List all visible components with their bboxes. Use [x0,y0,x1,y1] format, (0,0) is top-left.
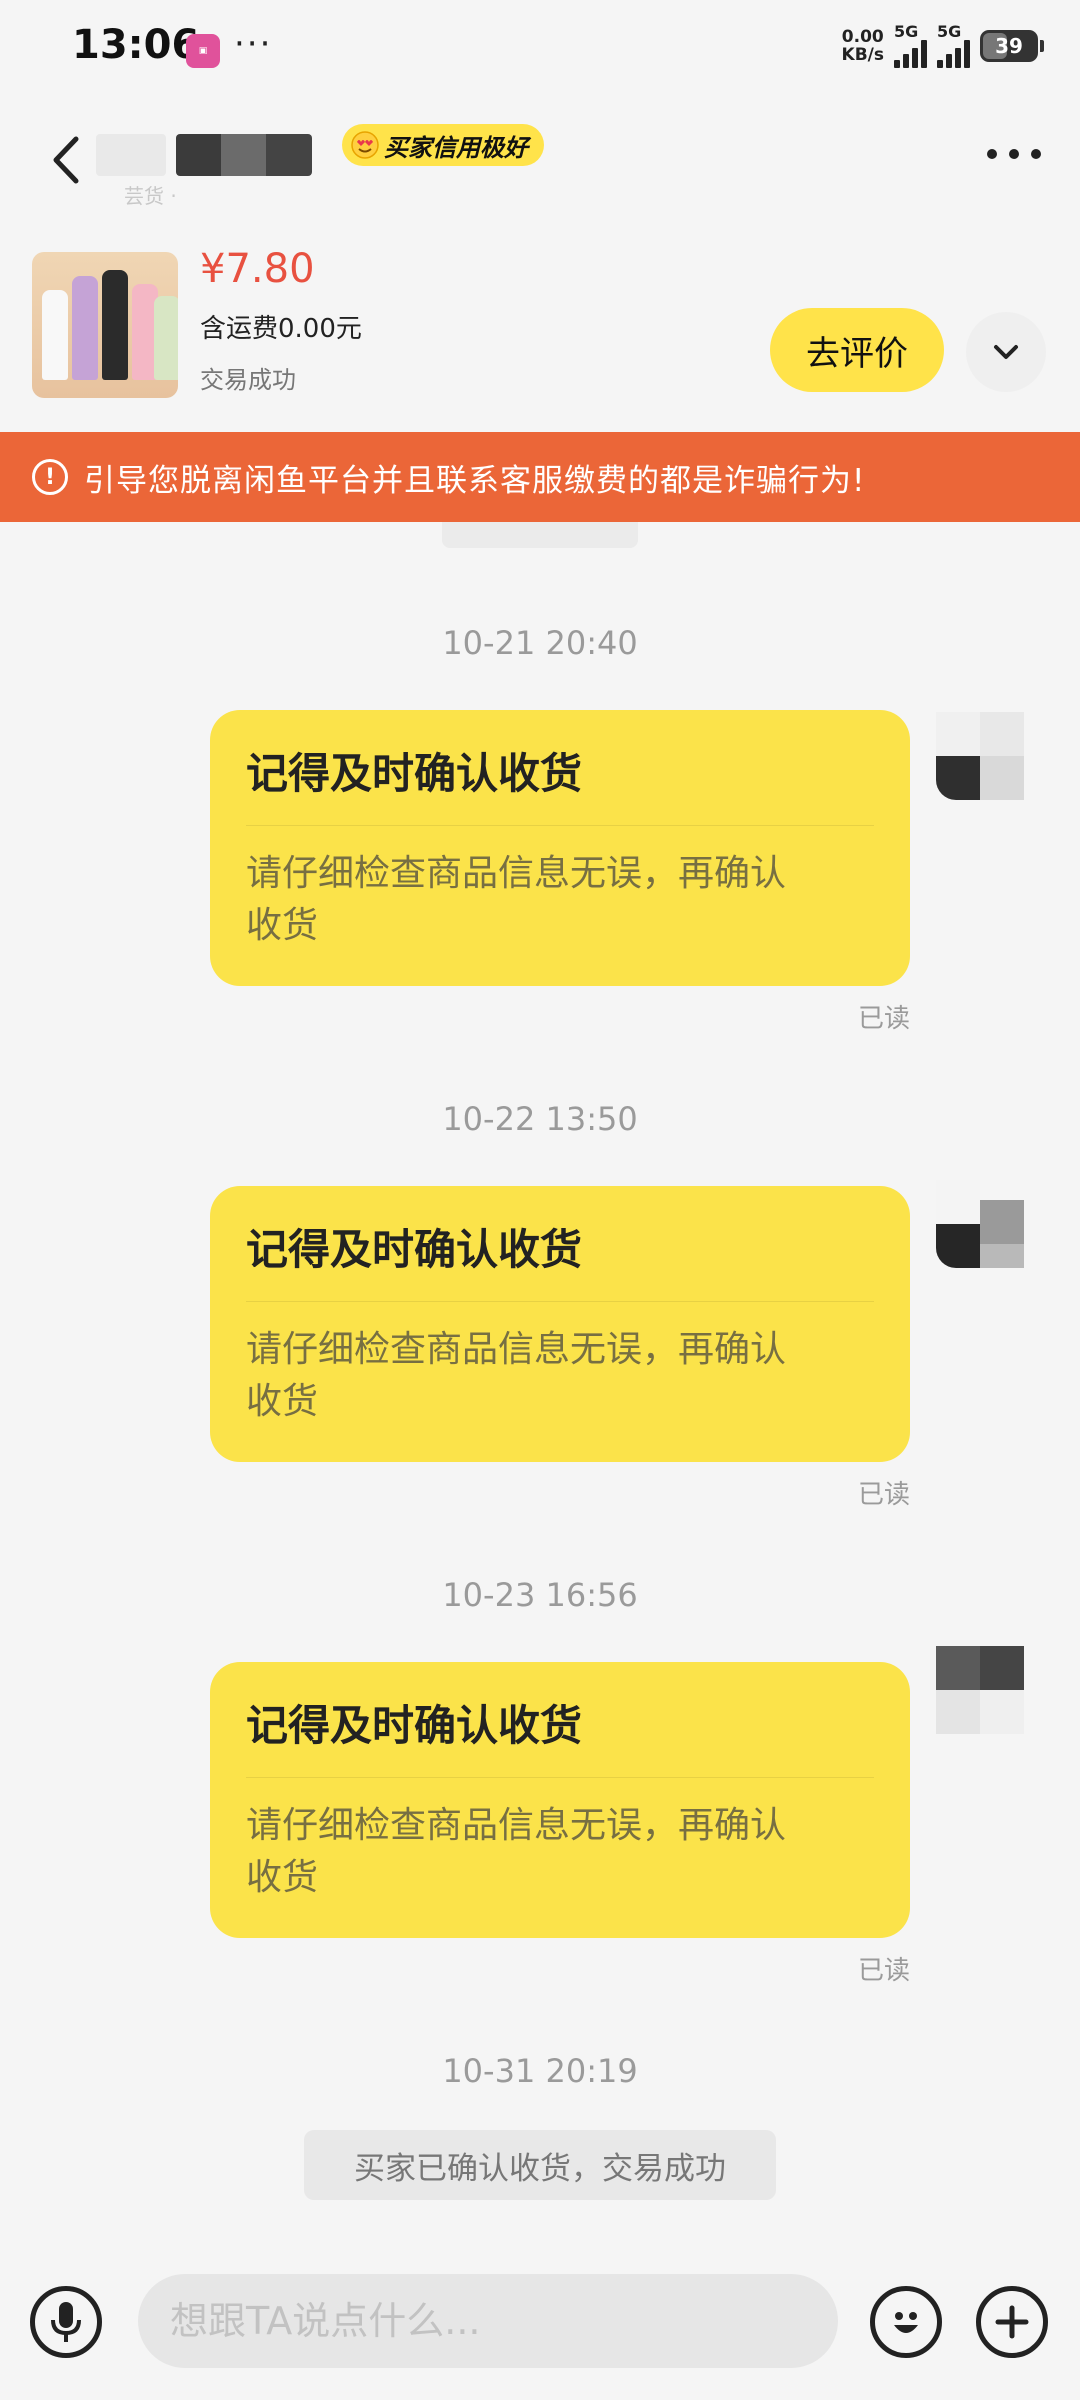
message-title: 记得及时确认收货 [246,1701,583,1750]
message-body: 请仔细检查商品信息无误，再确认 收货 [246,848,874,952]
avatar[interactable] [936,1646,1024,1734]
product-card[interactable]: ¥7.80 含运费0.00元 交易成功 去评价 [0,236,1080,398]
contact-name-blurred [96,134,166,176]
system-message: 买家已确认收货，交易成功 [304,2130,776,2200]
expand-button[interactable] [966,312,1046,392]
message-body-line: 收货 [246,1857,319,1898]
app-notification-icon: ▣ [186,34,220,68]
avatar[interactable] [936,1180,1024,1268]
read-receipt: 已读 [858,1956,911,1986]
signal-1-icon: 5G [894,24,927,68]
back-button[interactable] [40,130,90,190]
message-title: 记得及时确认收货 [246,749,583,798]
shipping-fee: 含运费0.00元 [200,314,362,344]
signal-2-icon: 5G [937,24,970,68]
bubble-divider [246,1301,874,1302]
message-body-line: 请仔细检查商品信息无误，再确认 [246,853,787,894]
warning-text: 引导您脱离闲鱼平台并且联系客服缴费的都是诈骗行为! [84,462,866,499]
more-notifications-icon: ··· [234,24,273,64]
avatar[interactable] [936,712,1024,800]
bubble-divider [246,1777,874,1778]
message-body-line: 请仔细检查商品信息无误，再确认 [246,1805,787,1846]
network-speed-unit: KB/s [841,45,884,65]
credit-badge-label: 买家信用极好 [384,133,528,162]
message-input-bar [0,2262,1080,2400]
message-input[interactable] [138,2274,838,2368]
network-speed: 0.00 KB/s [842,28,884,64]
chat-header: 买家信用极好 芸货 · [0,100,1080,210]
credit-badge[interactable]: 买家信用极好 [342,124,544,166]
emoji-button[interactable] [870,2286,942,2358]
bubble-divider [246,825,874,826]
signal-1-label: 5G [894,22,919,41]
add-button[interactable] [976,2286,1048,2358]
chevron-down-icon [994,345,1018,359]
message-body-line: 收货 [246,905,319,946]
chevron-left-icon [53,136,79,184]
network-speed-value: 0.00 [841,27,884,47]
message-bubble[interactable]: 记得及时确认收货 请仔细检查商品信息无误，再确认 收货 [210,710,910,986]
more-dot-icon [1009,149,1019,159]
product-price: ¥7.80 [200,246,315,292]
more-dot-icon [1031,149,1041,159]
more-dot-icon [987,149,997,159]
message-timestamp: 10-21 20:40 [442,624,638,662]
alert-icon: ! [32,459,68,495]
review-button[interactable]: 去评价 [770,308,944,392]
status-bar: 13:06 ▣ ··· 0.00 KB/s 5G 5G 39 [0,0,1080,100]
read-receipt: 已读 [858,1480,911,1510]
fraud-warning-banner: ! 引导您脱离闲鱼平台并且联系客服缴费的都是诈骗行为! [0,432,1080,522]
emoji-icon [894,2312,918,2333]
message-timestamp: 10-22 13:50 [442,1100,638,1138]
heart-eyes-icon [351,131,379,159]
message-bubble[interactable]: 记得及时确认收货 请仔细检查商品信息无误，再确认 收货 [210,1186,910,1462]
trade-status: 交易成功 [200,366,296,394]
battery-level: 39 [995,34,1023,58]
signal-2-label: 5G [937,22,962,41]
more-options-button[interactable] [984,142,1044,166]
message-timestamp: 10-31 20:19 [442,2052,638,2090]
status-indicators: 0.00 KB/s 5G 5G 39 [842,24,1044,68]
plus-icon [995,2305,1029,2339]
message-body-line: 收货 [246,1381,319,1422]
battery-icon: 39 [980,30,1044,62]
message-title: 记得及时确认收货 [246,1225,583,1274]
microphone-icon [51,2302,81,2342]
product-thumbnail[interactable] [32,252,178,398]
message-body: 请仔细检查商品信息无误，再确认 收货 [246,1324,874,1428]
status-time: 13:06 [72,22,200,68]
message-bubble[interactable]: 记得及时确认收货 请仔细检查商品信息无误，再确认 收货 [210,1662,910,1938]
message-body: 请仔细检查商品信息无误，再确认 收货 [246,1800,874,1904]
voice-button[interactable] [30,2286,102,2358]
message-body-line: 请仔细检查商品信息无误，再确认 [246,1329,787,1370]
contact-name-pixelated [176,134,312,176]
read-receipt: 已读 [858,1004,911,1034]
contact-subtitle: 芸货 · [124,184,177,208]
message-timestamp: 10-23 16:56 [442,1576,638,1614]
